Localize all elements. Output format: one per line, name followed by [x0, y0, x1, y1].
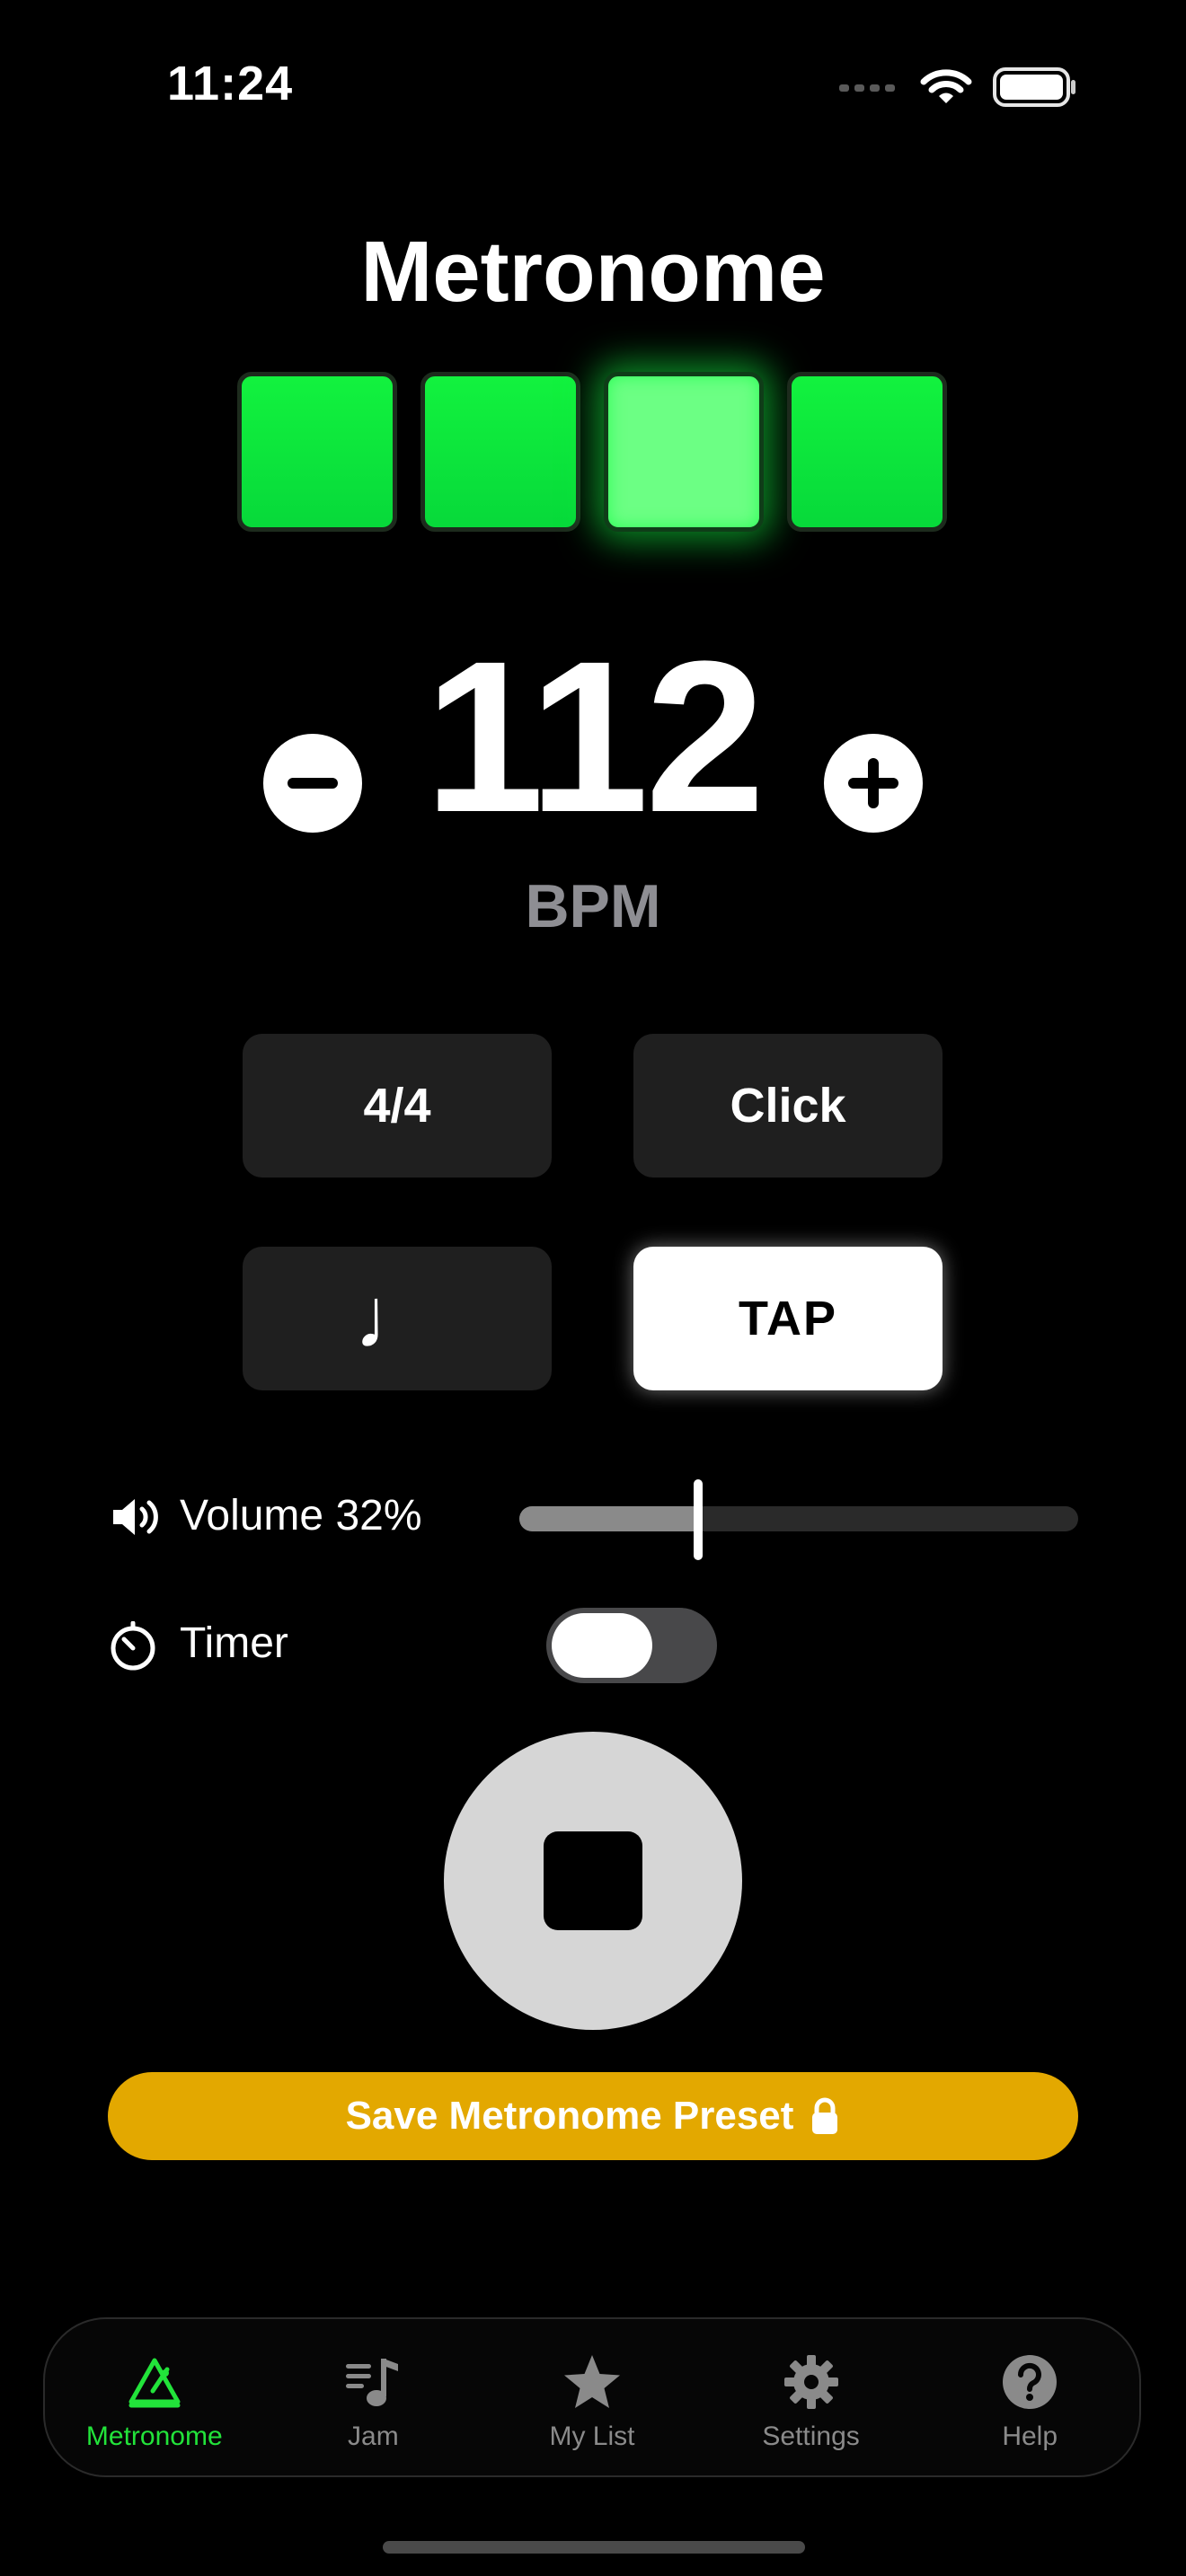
tab-bar: Metronome Jam My List Settings Help	[43, 2317, 1141, 2477]
tab-settings[interactable]: Settings	[702, 2319, 921, 2475]
tab-metronome[interactable]: Metronome	[45, 2319, 264, 2475]
metronome-icon	[128, 2358, 181, 2408]
volume-slider-track[interactable]	[519, 1506, 1078, 1531]
lock-icon	[812, 2097, 838, 2134]
tab-label-jam: Jam	[348, 2422, 399, 2451]
timer-icon	[111, 1621, 155, 1671]
stop-button[interactable]	[444, 1732, 742, 2030]
timer-toggle[interactable]	[546, 1608, 717, 1683]
timer-label: Timer	[180, 1619, 288, 1667]
tab-label-help: Help	[1002, 2422, 1058, 2451]
time-signature-button[interactable]: 4/4	[243, 1034, 552, 1178]
gear-icon	[783, 2355, 838, 2409]
music-list-icon	[346, 2359, 399, 2406]
tab-label-metronome: Metronome	[85, 2422, 223, 2451]
timer-toggle-knob	[552, 1613, 652, 1678]
star-icon	[563, 2355, 620, 2408]
subdivision-button[interactable]: ♩	[243, 1247, 552, 1390]
beat-indicator-1[interactable]	[237, 372, 397, 532]
status-icons	[837, 63, 1078, 111]
beat-indicator-row	[237, 372, 947, 532]
quarter-note-icon: ♩	[354, 1270, 440, 1366]
minus-icon	[288, 778, 338, 789]
page-title: Metronome	[360, 224, 826, 320]
stop-icon	[544, 1831, 642, 1930]
tap-tempo-button[interactable]: TAP	[633, 1247, 943, 1390]
save-preset-button[interactable]: Save Metronome Preset	[108, 2072, 1078, 2160]
tempo-unit-label: BPM	[525, 872, 661, 940]
beat-indicator-3[interactable]	[604, 372, 764, 532]
increase-tempo-button[interactable]	[824, 734, 923, 833]
tab-jam[interactable]: Jam	[264, 2319, 483, 2475]
beat-indicator-4[interactable]	[787, 372, 947, 532]
tab-label-my-list: My List	[549, 2422, 635, 2451]
tab-label-settings: Settings	[762, 2422, 860, 2451]
wifi-icon	[920, 69, 972, 103]
save-preset-label: Save Metronome Preset	[345, 2094, 794, 2138]
volume-slider-fill	[519, 1506, 699, 1531]
tempo-value[interactable]: 112	[386, 629, 800, 844]
volume-slider-thumb[interactable]	[694, 1479, 704, 1560]
battery-icon	[993, 67, 1075, 107]
status-time: 11:24	[167, 57, 294, 110]
plus-icon	[848, 758, 898, 808]
tab-my-list[interactable]: My List	[482, 2319, 702, 2475]
home-indicator	[383, 2541, 805, 2554]
sound-button[interactable]: Click	[633, 1034, 943, 1178]
tab-help[interactable]: Help	[920, 2319, 1139, 2475]
beat-indicator-2[interactable]	[420, 372, 580, 532]
cellular-signal-icon	[839, 84, 895, 92]
volume-label: Volume 32%	[180, 1492, 422, 1539]
speaker-icon	[113, 1499, 158, 1535]
decrease-tempo-button[interactable]	[263, 734, 362, 833]
help-icon	[1003, 2355, 1058, 2409]
